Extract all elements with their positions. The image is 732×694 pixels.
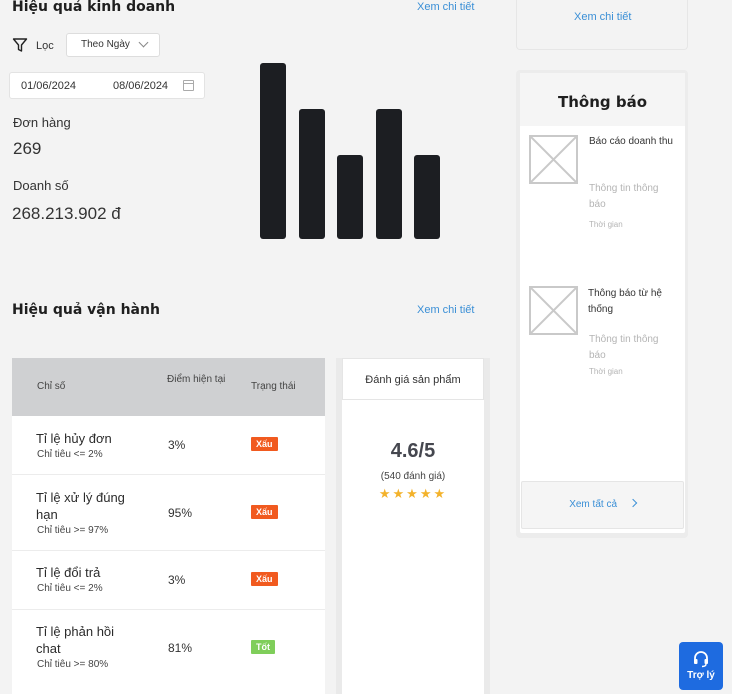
table-row: Tỉ lệ xử lý đúng hạn Chỉ tiêu >= 97% 95%… [12, 475, 325, 551]
star-icon: ★ [419, 486, 434, 501]
notification-time: Thời gian [589, 220, 623, 229]
status-badge: Xấu [251, 505, 278, 519]
orders-label: Đơn hàng [13, 115, 71, 130]
status-badge: Xấu [251, 437, 278, 451]
operations-title: Hiệu quả vận hành [12, 302, 160, 318]
business-title: Hiệu quả kinh doanh [12, 0, 176, 15]
notifications-panel: Thông báo Báo cáo doanh thu Thông tin th… [516, 70, 688, 538]
metric-score: 3% [168, 573, 186, 587]
orders-value: 269 [13, 139, 42, 158]
notification-title[interactable]: Báo cáo doanh thu [589, 134, 683, 150]
table-row: Tỉ lệ phản hồi chat Chỉ tiêu >= 80% 81% … [12, 610, 325, 694]
chart-bar [375, 108, 402, 239]
metric-target: Chỉ tiêu >= 97% [37, 525, 109, 536]
chevron-right-icon [628, 498, 638, 508]
image-placeholder-icon [529, 286, 578, 335]
date-range-picker[interactable]: 01/06/2024 08/06/2024 [9, 72, 205, 99]
filter-label: Lọc [36, 40, 54, 52]
notification-title[interactable]: Thông báo từ hệ thống [588, 286, 674, 318]
operations-table: Chỉ số Điểm hiện tại Trạng thái Tỉ lệ hủ… [12, 358, 325, 694]
metric-target: Chỉ tiêu <= 2% [37, 449, 103, 460]
chart-bar [298, 108, 325, 239]
filter-period-select[interactable]: Theo Ngày [66, 33, 160, 57]
operations-view-detail-link[interactable]: Xem chi tiết [417, 304, 474, 316]
chart-bar [414, 154, 440, 239]
business-bar-chart [250, 60, 450, 240]
status-badge: Tốt [251, 640, 275, 654]
view-all-label: Xem tất cả [569, 499, 618, 510]
calendar-icon [183, 80, 194, 91]
notification-info: Thông tin thông báo [589, 183, 659, 210]
metric-target: Chỉ tiêu <= 2% [37, 583, 103, 594]
metric-name: Tỉ lệ xử lý đúng hạn [36, 490, 125, 522]
top-right-card: Xem chi tiết [516, 0, 688, 50]
star-icon: ★ [378, 486, 393, 501]
chevron-down-icon [138, 37, 149, 48]
filter-icon[interactable] [12, 37, 28, 53]
rating-stars: ★★★★★ [342, 486, 484, 502]
metric-target: Chỉ tiêu >= 80% [37, 659, 109, 670]
revenue-label: Doanh số [13, 178, 69, 193]
rating-title: Đánh giá sản phẩm [342, 358, 484, 400]
metric-score: 95% [168, 506, 193, 520]
headset-icon [694, 651, 708, 668]
table-header: Chỉ số Điểm hiện tại Trạng thái [12, 358, 325, 416]
metric-score: 81% [168, 641, 193, 655]
rating-score: 4.6/5 [390, 440, 436, 462]
star-icon: ★ [392, 486, 407, 501]
metric-score: 3% [168, 438, 186, 452]
assistant-button[interactable]: Trợ lý [679, 642, 723, 690]
product-rating-card: Đánh giá sản phẩm 4.6/5 (540 đánh giá) ★… [336, 358, 490, 694]
header-score: Điểm hiện tại [167, 374, 226, 385]
metric-name: Tỉ lệ phản hồi chat [36, 624, 115, 656]
star-icon: ★ [433, 486, 448, 501]
status-badge: Xấu [251, 572, 278, 586]
date-from[interactable]: 01/06/2024 [21, 80, 76, 92]
assistant-label: Trợ lý [687, 670, 715, 681]
image-placeholder-icon [529, 135, 578, 184]
notification-time: Thời gian [589, 367, 623, 376]
rating-count: (540 đánh giá) [380, 471, 446, 482]
business-view-detail-link[interactable]: Xem chi tiết [417, 1, 474, 13]
revenue-value: 268.213.902 đ [12, 204, 121, 223]
top-right-view-detail-link[interactable]: Xem chi tiết [574, 11, 631, 23]
notification-info: Thông tin thông báo [589, 334, 659, 361]
filter-period-value: Theo Ngày [81, 39, 130, 50]
view-all-button[interactable]: Xem tất cả [521, 481, 684, 529]
header-status: Trạng thái [251, 381, 296, 392]
star-icon: ★ [406, 486, 420, 501]
table-row: Tỉ lệ hủy đơn Chỉ tiêu <= 2% 3% Xấu [12, 416, 325, 475]
metric-name: Tỉ lệ đổi trả [36, 565, 101, 580]
date-to[interactable]: 08/06/2024 [113, 80, 168, 92]
chart-bar [337, 154, 363, 239]
metric-name: Tỉ lệ hủy đơn [36, 431, 112, 446]
notifications-title: Thông báo [520, 73, 685, 126]
chart-bar [260, 63, 286, 239]
table-row: Tỉ lệ đổi trả Chỉ tiêu <= 2% 3% Xấu [12, 551, 325, 610]
header-metric: Chỉ số [37, 381, 66, 392]
